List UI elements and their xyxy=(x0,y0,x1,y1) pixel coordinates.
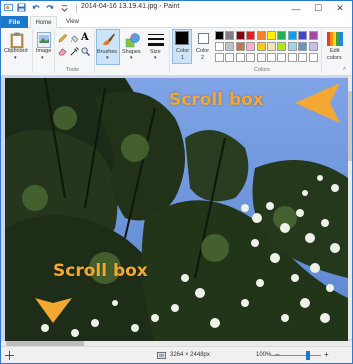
palette-swatch[interactable] xyxy=(267,53,276,62)
edit-colors-label-line2: colors xyxy=(327,55,342,61)
tools-group-label: Tools xyxy=(66,67,79,73)
scroll-box-annotation-top: Scroll box xyxy=(169,90,264,110)
text-tool-icon[interactable]: A xyxy=(81,32,91,44)
color2-swatch[interactable] xyxy=(198,33,209,44)
canvas-area: Scroll box Scroll box xyxy=(1,76,352,346)
brushes-dropdown-icon[interactable]: ▾ xyxy=(106,55,109,61)
minimize-button[interactable]: — xyxy=(285,1,307,16)
palette-swatch[interactable] xyxy=(287,31,297,40)
clipboard-icon[interactable] xyxy=(10,32,24,49)
title-bar: 2014-04-16 13.19.41.jpg - Paint — ☐ ✕ xyxy=(1,1,352,16)
magnifier-icon[interactable] xyxy=(81,47,90,56)
paint-window: 2014-04-16 13.19.41.jpg - Paint — ☐ ✕ Fi… xyxy=(0,0,353,364)
maximize-button[interactable]: ☐ xyxy=(307,1,329,16)
palette-swatch[interactable] xyxy=(298,31,308,40)
ribbon-separator xyxy=(169,30,170,73)
collapse-ribbon-icon[interactable]: ˄ xyxy=(343,66,346,72)
tab-file[interactable]: File xyxy=(1,16,28,28)
ribbon: Clipboard ▾ Image ▾ A Tools Brushes ▾ Sh… xyxy=(1,28,352,76)
title-separator xyxy=(76,4,77,13)
palette-swatch[interactable] xyxy=(235,31,245,40)
pencil-icon[interactable] xyxy=(58,34,67,43)
window-title: 2014-04-16 13.19.41.jpg - Paint xyxy=(81,3,180,10)
colors-group-label: Colors xyxy=(254,67,270,73)
zoom-level: 100% xyxy=(256,352,272,358)
palette-swatch[interactable] xyxy=(287,53,297,62)
redo-icon[interactable] xyxy=(45,3,54,12)
color1-label: Color xyxy=(176,48,190,54)
color1-number: 1 xyxy=(181,55,185,61)
palette-swatch[interactable] xyxy=(298,53,308,62)
palette-swatch[interactable] xyxy=(215,31,224,40)
image-icon[interactable] xyxy=(37,32,51,48)
palette-swatch[interactable] xyxy=(308,42,318,51)
ribbon-tabs: File Home View xyxy=(1,16,352,29)
color1-swatch xyxy=(175,31,189,45)
palette-swatch[interactable] xyxy=(246,53,256,62)
palette-swatch[interactable] xyxy=(256,53,266,62)
palette-swatch[interactable] xyxy=(267,42,276,51)
fill-icon[interactable] xyxy=(70,34,79,43)
cursor-position-icon xyxy=(5,351,14,360)
shapes-dropdown-icon[interactable]: ▾ xyxy=(130,55,133,61)
vertical-scroll-box[interactable] xyxy=(348,91,352,161)
palette-swatch[interactable] xyxy=(225,31,235,40)
palette-swatch[interactable] xyxy=(277,31,287,40)
status-bar: 3264 × 2448px 100% – + xyxy=(1,346,352,363)
canvas-image[interactable] xyxy=(5,78,348,341)
palette-swatch[interactable] xyxy=(246,42,256,51)
image-dimensions: 3264 × 2448px xyxy=(170,352,210,358)
palette-swatch[interactable] xyxy=(308,31,318,40)
clipboard-dropdown-icon[interactable]: ▾ xyxy=(14,55,17,61)
zoom-in-button[interactable]: + xyxy=(324,350,329,359)
zoom-slider-thumb[interactable] xyxy=(306,351,310,360)
palette-swatch[interactable] xyxy=(246,31,256,40)
clipboard-label: Clipboard xyxy=(4,48,28,54)
image-label: Image xyxy=(36,48,52,54)
paint-app-icon xyxy=(4,3,13,12)
palette-swatch[interactable] xyxy=(235,53,245,62)
edit-colors-icon[interactable] xyxy=(327,32,343,46)
size-icon[interactable] xyxy=(147,32,165,48)
palette-swatch[interactable] xyxy=(225,42,235,51)
close-button[interactable]: ✕ xyxy=(329,1,351,16)
ribbon-separator xyxy=(94,30,95,73)
size-dropdown-icon[interactable]: ▾ xyxy=(154,55,157,61)
vertical-scrollbar[interactable] xyxy=(348,76,352,339)
customize-toolbar-icon[interactable] xyxy=(60,3,69,12)
palette-swatch[interactable] xyxy=(298,42,308,51)
palette-swatch[interactable] xyxy=(267,31,276,40)
palette-swatch[interactable] xyxy=(308,53,318,62)
image-dropdown-icon[interactable]: ▾ xyxy=(41,55,44,61)
ribbon-separator xyxy=(321,30,322,73)
palette-swatch[interactable] xyxy=(256,31,266,40)
palette-swatch[interactable] xyxy=(215,42,224,51)
color2-number: 2 xyxy=(201,55,205,61)
palette-swatch[interactable] xyxy=(287,42,297,51)
palette-swatch[interactable] xyxy=(215,53,224,62)
palette-swatch[interactable] xyxy=(235,42,245,51)
color2-label: Color xyxy=(196,48,210,54)
palette-swatch[interactable] xyxy=(256,42,266,51)
undo-icon[interactable] xyxy=(32,3,41,12)
brush-icon xyxy=(103,33,115,46)
ribbon-separator xyxy=(54,30,55,73)
palette-swatch[interactable] xyxy=(277,53,287,62)
shapes-icon[interactable] xyxy=(125,32,141,48)
palette-swatch[interactable] xyxy=(225,53,235,62)
palette-swatch[interactable] xyxy=(277,42,287,51)
color-picker-icon[interactable] xyxy=(70,47,79,56)
tab-view[interactable]: View xyxy=(59,16,86,28)
zoom-slider[interactable] xyxy=(271,355,321,356)
scroll-box-annotation-bottom: Scroll box xyxy=(53,261,148,281)
eraser-icon[interactable] xyxy=(58,47,67,56)
save-icon[interactable] xyxy=(17,3,26,12)
edit-colors-label: Edit xyxy=(330,48,340,54)
ribbon-separator xyxy=(32,30,33,73)
image-size-icon xyxy=(157,351,166,360)
